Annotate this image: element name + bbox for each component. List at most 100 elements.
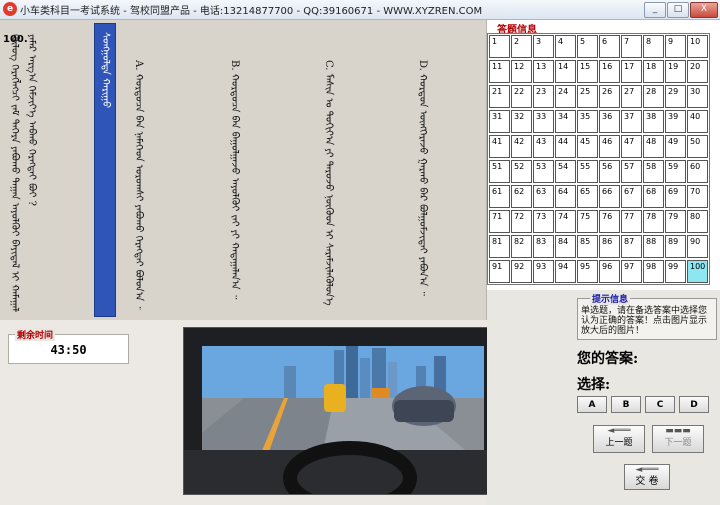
option-b[interactable]: B. ᠬᠤᠷᠳᠤᠴᠠ ᠪᠡᠨ ᠪᠠᠭᠤᠯᠭᠠᠵᠤ ᠠᠶᠤᠯᠭᠦᠢ ᠵᠠᠢ ᠶᠢ … bbox=[228, 60, 241, 310]
answer-cell[interactable]: 24 bbox=[555, 85, 576, 108]
answer-cell[interactable]: 77 bbox=[621, 210, 642, 233]
answer-cell[interactable]: 53 bbox=[533, 160, 554, 183]
answer-cell[interactable]: 34 bbox=[555, 110, 576, 133]
answer-cell[interactable]: 39 bbox=[665, 110, 686, 133]
answer-cell[interactable]: 32 bbox=[511, 110, 532, 133]
prev-question-button[interactable]: ◄═══ 上一题 bbox=[593, 425, 645, 453]
answer-cell[interactable]: 43 bbox=[533, 135, 554, 158]
answer-cell[interactable]: 80 bbox=[687, 210, 708, 233]
option-c[interactable]: C. ᠮᠠᠰᠢᠨ ᠤ ᠳᠣᠬᠢᠶ᠎ᠠ ᠶᠢ ᠳᠠᠷᠤᠵᠤ ᠨᠥᠭᠦᠳ ᠢ ᠰᠡᠷ… bbox=[322, 60, 335, 310]
answer-cell[interactable]: 70 bbox=[687, 185, 708, 208]
answer-cell[interactable]: 62 bbox=[511, 185, 532, 208]
answer-cell[interactable]: 73 bbox=[533, 210, 554, 233]
answer-cell[interactable]: 58 bbox=[643, 160, 664, 183]
answer-cell[interactable]: 72 bbox=[511, 210, 532, 233]
answer-cell[interactable]: 71 bbox=[489, 210, 510, 233]
answer-cell[interactable]: 25 bbox=[577, 85, 598, 108]
choice-c-button[interactable]: C bbox=[645, 396, 675, 413]
answer-cell[interactable]: 99 bbox=[665, 260, 686, 283]
answer-cell[interactable]: 10 bbox=[687, 35, 708, 58]
answer-cell[interactable]: 69 bbox=[665, 185, 686, 208]
answer-cell[interactable]: 1 bbox=[489, 35, 510, 58]
option-d[interactable]: D. ᠬᠤᠷᠳᠤᠨ ᠥᠩᠭᠡᠷᠡᠵᠦ ᠭᠠᠷᠬᠤ ᠪᠡᠷ ᠪᠣᠯᠭᠣᠮᠵᠢᠲᠠᠢ… bbox=[416, 60, 429, 310]
choice-a-button[interactable]: A bbox=[577, 396, 607, 413]
answer-cell[interactable]: 100 bbox=[687, 260, 708, 283]
answer-cell[interactable]: 60 bbox=[687, 160, 708, 183]
answer-cell[interactable]: 65 bbox=[577, 185, 598, 208]
question-image[interactable] bbox=[183, 327, 518, 495]
answer-cell[interactable]: 8 bbox=[643, 35, 664, 58]
answer-cell[interactable]: 96 bbox=[599, 260, 620, 283]
answer-cell[interactable]: 82 bbox=[511, 235, 532, 258]
answer-cell[interactable]: 40 bbox=[687, 110, 708, 133]
answer-cell[interactable]: 46 bbox=[599, 135, 620, 158]
answer-cell[interactable]: 86 bbox=[599, 235, 620, 258]
answer-cell[interactable]: 68 bbox=[643, 185, 664, 208]
answer-cell[interactable]: 51 bbox=[489, 160, 510, 183]
answer-cell[interactable]: 5 bbox=[577, 35, 598, 58]
answer-cell[interactable]: 88 bbox=[643, 235, 664, 258]
answer-cell[interactable]: 35 bbox=[577, 110, 598, 133]
answer-cell[interactable]: 56 bbox=[599, 160, 620, 183]
answer-cell[interactable]: 78 bbox=[643, 210, 664, 233]
answer-cell[interactable]: 92 bbox=[511, 260, 532, 283]
answer-cell[interactable]: 55 bbox=[577, 160, 598, 183]
option-a[interactable]: A. ᠬᠤᠷᠳᠤᠴᠠ ᠪᠡᠨ ᠨᠡᠮᠡᠭᠡᠳ ᠤᠷᠤᠭᠰᠢ ᠶᠠᠪᠤᠬᠤ ᠬᠡᠷ… bbox=[132, 60, 145, 310]
answer-cell[interactable]: 2 bbox=[511, 35, 532, 58]
answer-cell[interactable]: 42 bbox=[511, 135, 532, 158]
answer-cell[interactable]: 29 bbox=[665, 85, 686, 108]
answer-cell[interactable]: 44 bbox=[555, 135, 576, 158]
answer-cell[interactable]: 12 bbox=[511, 60, 532, 83]
answer-cell[interactable]: 21 bbox=[489, 85, 510, 108]
answer-cell[interactable]: 11 bbox=[489, 60, 510, 83]
answer-cell[interactable]: 17 bbox=[621, 60, 642, 83]
answer-cell[interactable]: 31 bbox=[489, 110, 510, 133]
maximize-button[interactable]: □ bbox=[667, 2, 689, 18]
selected-option-highlight[interactable]: ᠰᠣᠩᠭᠣᠯᠲᠠ ᠬᠠᠷᠢᠭᠤ bbox=[94, 23, 116, 317]
answer-cell[interactable]: 67 bbox=[621, 185, 642, 208]
answer-cell[interactable]: 61 bbox=[489, 185, 510, 208]
answer-cell[interactable]: 97 bbox=[621, 260, 642, 283]
answer-cell[interactable]: 6 bbox=[599, 35, 620, 58]
answer-cell[interactable]: 15 bbox=[577, 60, 598, 83]
answer-cell[interactable]: 47 bbox=[621, 135, 642, 158]
answer-cell[interactable]: 37 bbox=[621, 110, 642, 133]
answer-cell[interactable]: 16 bbox=[599, 60, 620, 83]
answer-cell[interactable]: 75 bbox=[577, 210, 598, 233]
answer-cell[interactable]: 63 bbox=[533, 185, 554, 208]
answer-cell[interactable]: 3 bbox=[533, 35, 554, 58]
answer-cell[interactable]: 27 bbox=[621, 85, 642, 108]
minimize-button[interactable]: _ bbox=[644, 2, 666, 18]
answer-cell[interactable]: 76 bbox=[599, 210, 620, 233]
answer-cell[interactable]: 89 bbox=[665, 235, 686, 258]
answer-cell[interactable]: 74 bbox=[555, 210, 576, 233]
answer-cell[interactable]: 57 bbox=[621, 160, 642, 183]
answer-cell[interactable]: 30 bbox=[687, 85, 708, 108]
close-button[interactable]: X bbox=[690, 2, 718, 18]
answer-cell[interactable]: 59 bbox=[665, 160, 686, 183]
answer-cell[interactable]: 26 bbox=[599, 85, 620, 108]
answer-cell[interactable]: 64 bbox=[555, 185, 576, 208]
answer-cell[interactable]: 36 bbox=[599, 110, 620, 133]
answer-cell[interactable]: 83 bbox=[533, 235, 554, 258]
answer-cell[interactable]: 84 bbox=[555, 235, 576, 258]
answer-cell[interactable]: 49 bbox=[665, 135, 686, 158]
answer-cell[interactable]: 79 bbox=[665, 210, 686, 233]
next-question-button[interactable]: ▬▬▬ 下一题 bbox=[652, 425, 704, 453]
answer-cell[interactable]: 9 bbox=[665, 35, 686, 58]
answer-cell[interactable]: 98 bbox=[643, 260, 664, 283]
answer-cell[interactable]: 28 bbox=[643, 85, 664, 108]
answer-cell[interactable]: 90 bbox=[687, 235, 708, 258]
answer-cell[interactable]: 38 bbox=[643, 110, 664, 133]
answer-cell[interactable]: 41 bbox=[489, 135, 510, 158]
answer-cell[interactable]: 13 bbox=[533, 60, 554, 83]
submit-exam-button[interactable]: ◄═══ 交 卷 bbox=[624, 464, 670, 490]
answer-cell[interactable]: 94 bbox=[555, 260, 576, 283]
answer-cell[interactable]: 50 bbox=[687, 135, 708, 158]
answer-cell[interactable]: 4 bbox=[555, 35, 576, 58]
answer-cell[interactable]: 85 bbox=[577, 235, 598, 258]
answer-cell[interactable]: 33 bbox=[533, 110, 554, 133]
choice-d-button[interactable]: D bbox=[679, 396, 709, 413]
answer-cell[interactable]: 91 bbox=[489, 260, 510, 283]
answer-cell[interactable]: 54 bbox=[555, 160, 576, 183]
